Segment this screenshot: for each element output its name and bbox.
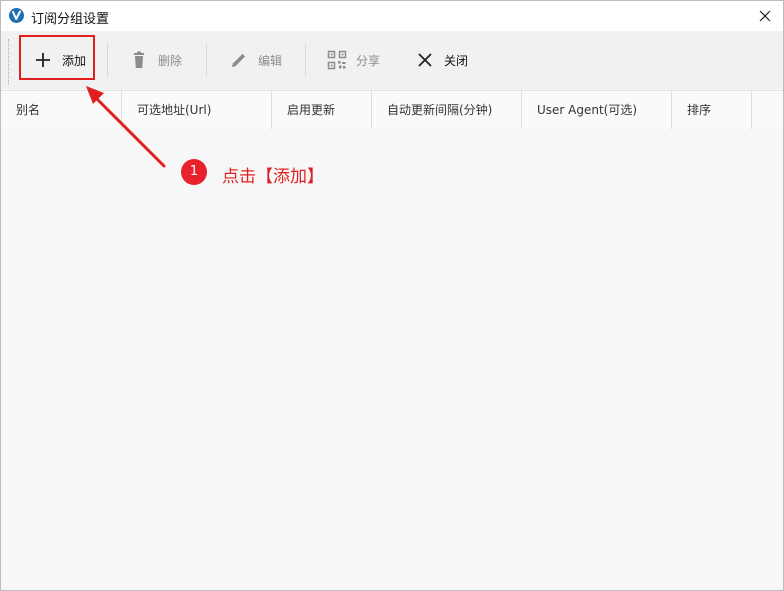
column-header-alias[interactable]: 别名 xyxy=(1,91,122,129)
annotation-step-badge: 1 xyxy=(181,159,207,185)
window-close-button[interactable] xyxy=(747,1,783,31)
column-header-sort[interactable]: 排序 xyxy=(672,91,752,129)
edit-button-label: 编辑 xyxy=(258,53,283,68)
column-header-update-interval[interactable]: 自动更新间隔(分钟) xyxy=(372,91,522,129)
close-icon xyxy=(415,50,435,70)
edit-button[interactable]: 编辑 xyxy=(229,37,282,83)
table-header: 别名 可选地址(Url) 启用更新 自动更新间隔(分钟) User Agent(… xyxy=(1,90,783,130)
toolbar-grip xyxy=(8,39,11,85)
close-button[interactable]: 关闭 xyxy=(415,37,468,83)
column-header-url[interactable]: 可选地址(Url) xyxy=(122,91,272,129)
toolbar-separator xyxy=(305,43,306,77)
window-title: 订阅分组设置 xyxy=(31,12,110,27)
toolbar-separator xyxy=(206,43,207,77)
share-button-label: 分享 xyxy=(356,53,381,68)
column-header-enable-update[interactable]: 启用更新 xyxy=(272,91,372,129)
column-header-user-agent[interactable]: User Agent(可选) xyxy=(522,91,672,129)
table-body[interactable] xyxy=(1,129,783,590)
qr-code-icon xyxy=(327,50,347,70)
close-icon xyxy=(759,10,771,22)
toolbar-separator xyxy=(107,43,108,77)
close-button-label: 关闭 xyxy=(444,53,469,68)
subscription-group-settings-window: 订阅分组设置 添加 删除 编辑 分享 关闭 别名 可选地址(Url) 启用更新 … xyxy=(0,0,784,591)
toolbar: 添加 删除 编辑 分享 关闭 xyxy=(1,31,783,89)
pencil-icon xyxy=(229,50,249,70)
share-button[interactable]: 分享 xyxy=(327,37,380,83)
add-button-highlight xyxy=(19,35,95,80)
annotation-text: 点击【添加】 xyxy=(222,167,324,187)
trash-icon xyxy=(129,50,149,70)
delete-button[interactable]: 删除 xyxy=(129,37,182,83)
delete-button-label: 删除 xyxy=(158,53,183,68)
title-bar: 订阅分组设置 xyxy=(1,1,783,31)
app-logo-icon xyxy=(9,8,24,23)
